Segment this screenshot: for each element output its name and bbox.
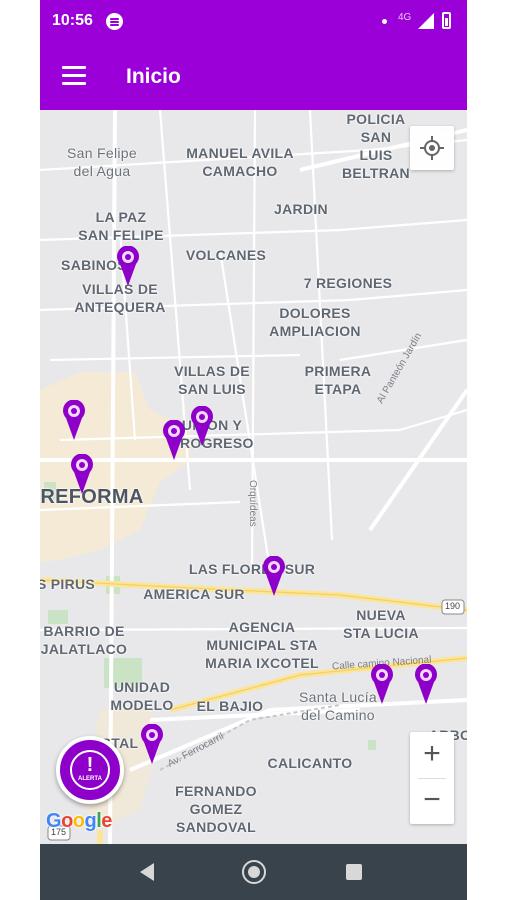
- network-type: 4G: [398, 12, 412, 23]
- alert-marker-icon[interactable]: [116, 246, 140, 286]
- map-label: S PIRUS: [40, 576, 96, 592]
- alert-marker-icon[interactable]: [62, 400, 86, 440]
- spotify-icon: [106, 13, 123, 30]
- map-label: San Felipe del Agua: [67, 145, 137, 179]
- zoom-in-button[interactable]: +: [410, 732, 454, 778]
- alert-marker-icon[interactable]: [414, 664, 438, 704]
- google-logo: Google: [46, 810, 112, 832]
- map-label: POLICIA SAN LUIS BELTRAN: [342, 111, 410, 181]
- map-label: NUEVA STA LUCIA: [343, 607, 419, 641]
- map-label: CALICANTO: [267, 755, 353, 771]
- street-label: Orquídeas: [247, 480, 258, 527]
- app-bar: Inicio: [40, 44, 467, 110]
- map-label: LAS FLORES SUR: [188, 561, 316, 577]
- map-label: AGENCIA MUNICIPAL STA MARIA IXCOTEL: [205, 619, 319, 671]
- map-view[interactable]: POLICIA SAN LUIS BELTRAN San Felipe del …: [40, 110, 467, 844]
- alert-marker-icon[interactable]: [370, 664, 394, 704]
- zoom-out-button[interactable]: −: [410, 778, 454, 824]
- map-label: JARDIN: [274, 201, 328, 217]
- alert-symbol: !: [86, 754, 94, 776]
- home-icon[interactable]: [242, 860, 266, 884]
- highway-shield-label: 190: [445, 601, 461, 611]
- phone-screen: 10:56 4G Inicio POLICIA SAN LUIS BELTRAN…: [40, 0, 467, 900]
- signal-icon: [418, 13, 434, 29]
- alert-marker-icon[interactable]: [70, 454, 94, 494]
- back-icon[interactable]: [140, 863, 154, 881]
- map-label: 7 REGIONES: [303, 275, 393, 291]
- map-label: VILLAS DE SAN LUIS: [174, 363, 250, 397]
- alert-button[interactable]: ! ALERTA: [56, 736, 124, 804]
- alert-marker-icon[interactable]: [262, 556, 286, 596]
- map-label: PRIMERA ETAPA: [304, 363, 372, 397]
- menu-icon[interactable]: [62, 66, 86, 86]
- map-label: UNIDAD MODELO: [110, 679, 174, 713]
- system-nav-bar: [40, 844, 467, 900]
- alert-icon: ! ALERTA: [70, 750, 110, 790]
- battery-icon: [442, 12, 451, 29]
- map-label: BARRIO DE JALATLACO: [40, 623, 128, 657]
- alert-marker-icon[interactable]: [162, 420, 186, 460]
- map-label: VOLCANES: [185, 247, 267, 263]
- alert-label: ALERTA: [78, 776, 102, 782]
- recent-apps-icon[interactable]: [346, 864, 362, 880]
- alert-marker-icon[interactable]: [140, 724, 164, 764]
- map-label: EL BAJIO: [196, 698, 264, 714]
- alert-marker-icon[interactable]: [190, 406, 214, 446]
- my-location-button[interactable]: [410, 126, 454, 170]
- map-label: MANUEL AVILA CAMACHO: [186, 145, 294, 179]
- status-bar: 10:56 4G: [40, 0, 467, 44]
- page-title: Inicio: [126, 65, 181, 88]
- notification-dot-icon: [382, 19, 387, 24]
- map-label: AMERICA SUR: [143, 586, 245, 602]
- map-label: LA PAZ SAN FELIPE: [78, 209, 164, 243]
- crosshair-icon: [420, 136, 444, 160]
- map-label: DOLORES AMPLIACION: [269, 305, 361, 339]
- zoom-controls: + −: [410, 732, 454, 824]
- map-label: Santa Lucía del Camino: [298, 689, 378, 723]
- map-label: FERNANDO GOMEZ SANDOVAL: [175, 783, 257, 835]
- status-time: 10:56: [52, 12, 93, 29]
